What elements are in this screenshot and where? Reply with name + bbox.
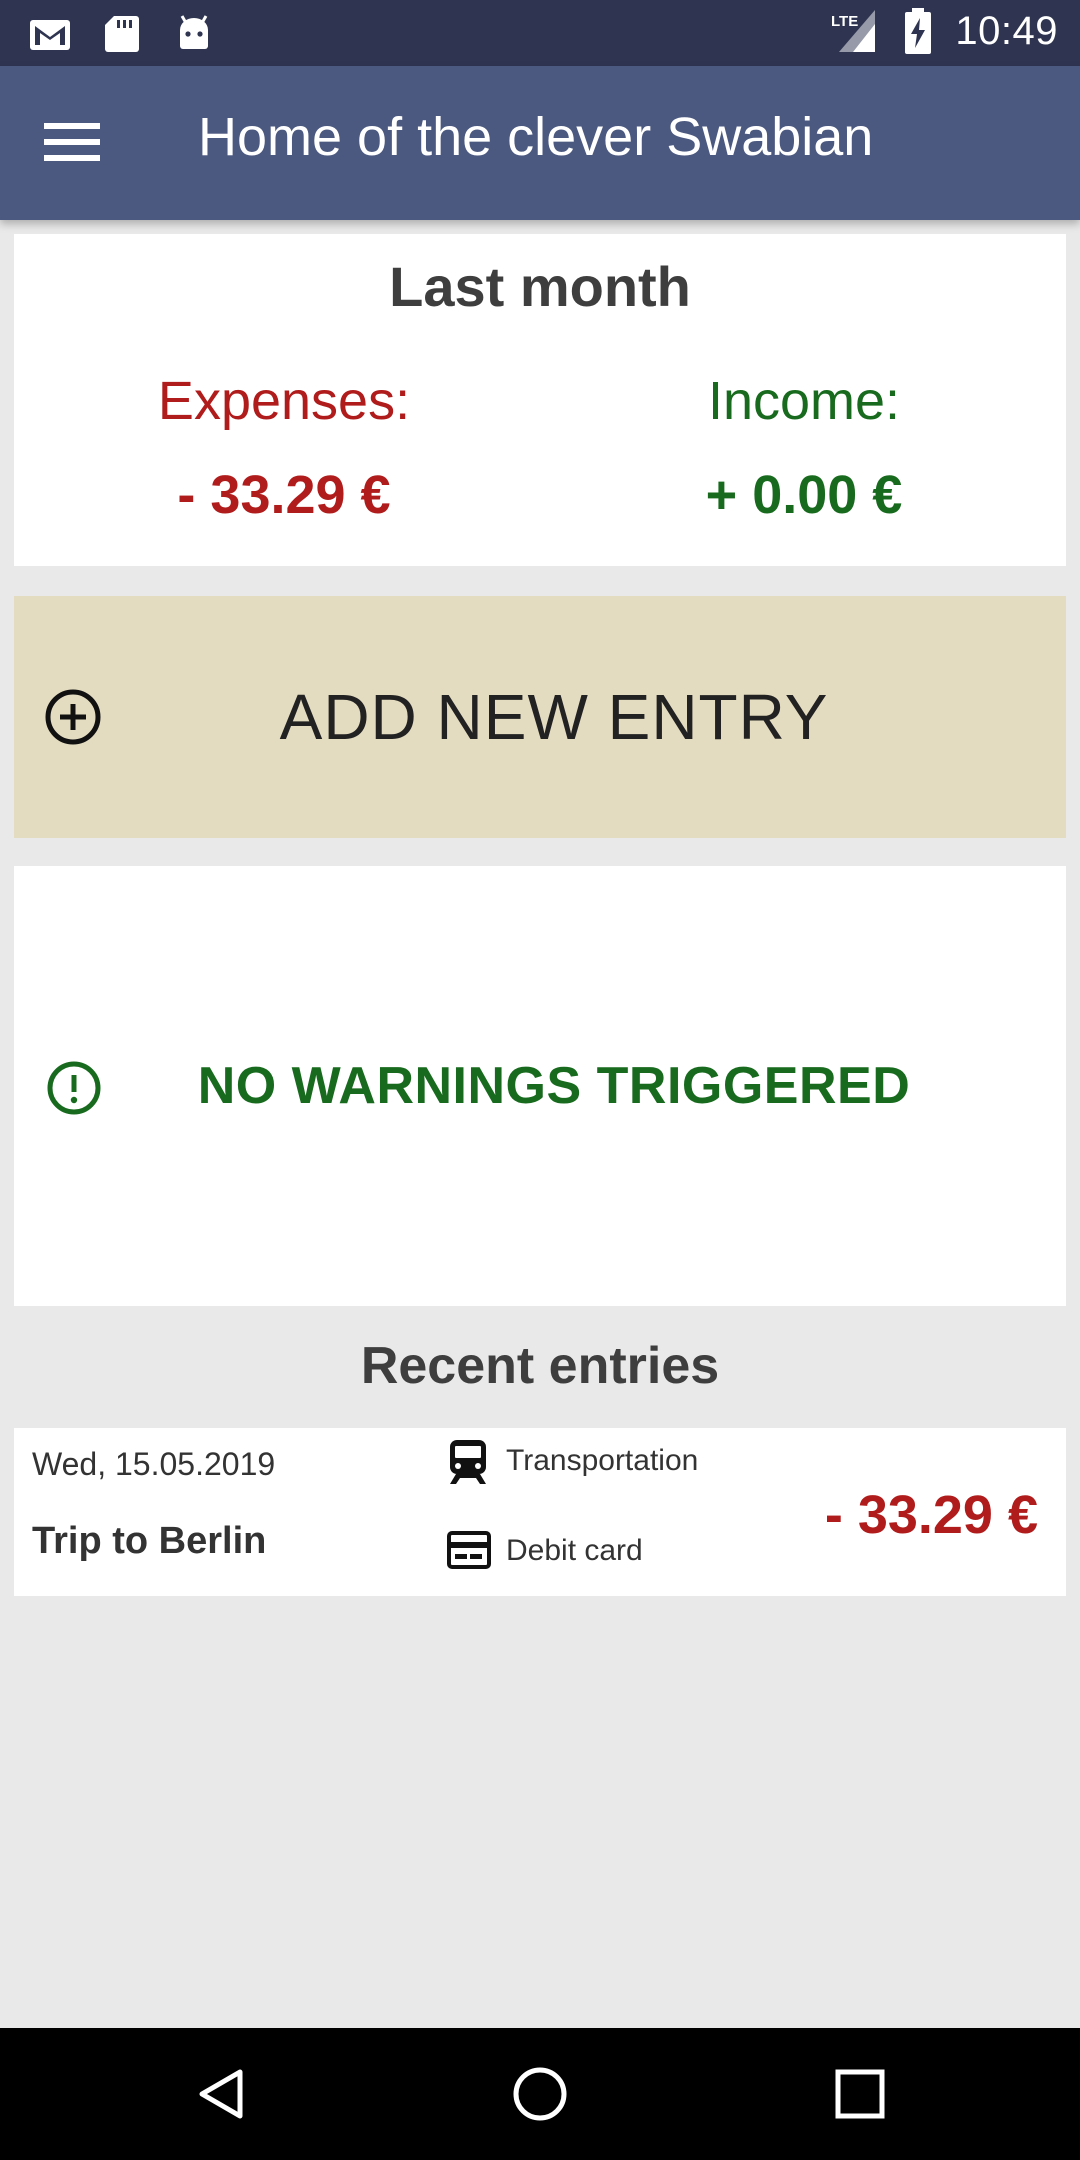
back-icon[interactable]: [192, 2064, 252, 2124]
warnings-card: NO WARNINGS TRIGGERED: [14, 866, 1066, 1306]
page-title: Home of the clever Swabian: [198, 107, 874, 167]
list-item[interactable]: Wed, 15.05.2019 Trip to Berlin Transport…: [14, 1428, 1066, 1596]
add-new-entry-button[interactable]: ADD NEW ENTRY: [14, 596, 1066, 838]
recent-apps-icon[interactable]: [830, 2064, 890, 2124]
warnings-status: NO WARNINGS TRIGGERED: [197, 1057, 911, 1115]
android-icon: [180, 15, 208, 49]
gmail-icon: [30, 20, 70, 50]
system-nav-bar: [0, 2028, 1080, 2160]
expenses-label: Expenses:: [157, 371, 411, 431]
expenses-value: - 33.29 €: [177, 465, 391, 525]
add-new-entry-label: ADD NEW ENTRY: [279, 681, 829, 753]
entry-date: Wed, 15.05.2019: [32, 1446, 276, 1482]
income-value: + 0.00 €: [705, 465, 903, 525]
home-icon[interactable]: [510, 2064, 570, 2124]
status-bar: LTE 10:49: [0, 0, 1080, 66]
summary-title: Last month: [389, 255, 691, 318]
sd-card-icon: [105, 16, 139, 52]
entry-payment-method: Debit card: [506, 1534, 643, 1567]
monthly-summary-card: Last month Expenses: - 33.29 € Income: +…: [14, 234, 1066, 566]
expenses-column: Expenses: - 33.29 €: [84, 370, 484, 526]
hamburger-menu-icon[interactable]: [44, 112, 110, 172]
income-column: Income: + 0.00 €: [604, 370, 1004, 526]
status-time: 10:49: [955, 8, 1058, 53]
signal-icon: LTE: [831, 10, 876, 52]
entry-amount: - 33.29 €: [824, 1485, 1038, 1545]
network-type-label: LTE: [831, 13, 858, 30]
credit-card-icon: [447, 1531, 491, 1569]
battery-charging-icon: [905, 8, 932, 54]
train-icon: [450, 1440, 486, 1484]
entry-category: Transportation: [506, 1444, 699, 1477]
income-label: Income:: [707, 371, 901, 431]
recent-entries-title: Recent entries: [360, 1337, 720, 1395]
app-bar: Home of the clever Swabian: [0, 66, 1080, 220]
entry-name: Trip to Berlin: [32, 1520, 267, 1562]
